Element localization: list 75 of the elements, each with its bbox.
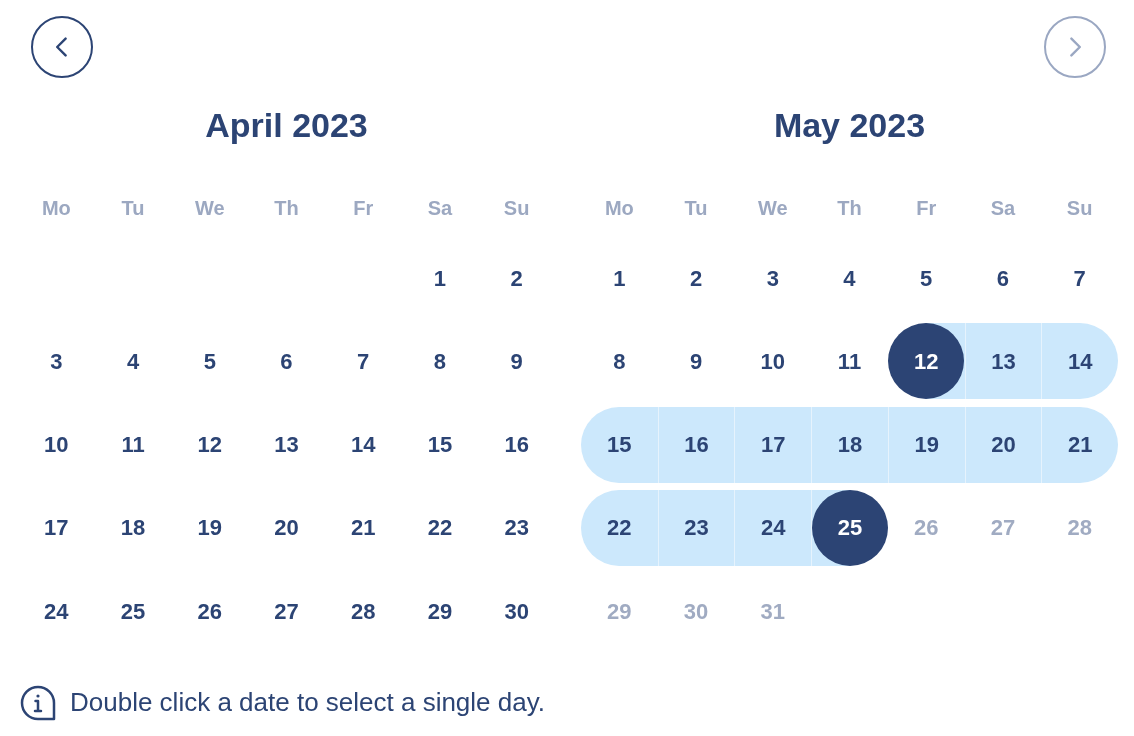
date-button[interactable]: 10 [734,323,812,400]
date-button[interactable]: 29 [401,573,479,650]
date-button[interactable]: 26 [171,573,249,650]
date-button[interactable]: 23 [478,489,555,566]
date-button[interactable]: 15 [401,406,479,483]
date-button[interactable]: 2 [478,240,555,316]
date-button[interactable]: 14 [1041,323,1118,400]
date-button[interactable]: 9 [478,323,555,400]
weekday-label: Fr [916,196,937,221]
date-button[interactable]: 16 [478,406,555,483]
date-button[interactable]: 28 [324,573,402,650]
weekday-label: Tu [684,196,708,221]
date-button[interactable]: 24 [734,489,812,566]
date-button[interactable]: 5 [171,323,249,400]
weekday-label: Tu [121,196,145,221]
date-button[interactable]: 22 [581,489,658,566]
date-button[interactable]: 1 [581,240,658,316]
weekday-label: We [757,196,788,221]
date-button[interactable]: 30 [478,573,555,650]
date-button[interactable]: 21 [1041,406,1118,483]
weekday-label: Fr [353,196,374,221]
date-button[interactable]: 5 [887,240,965,316]
date-button[interactable]: 7 [324,323,402,400]
hint-text: Double click a date to select a single day. [70,686,545,720]
date-button[interactable]: 11 [811,323,888,400]
date-button[interactable]: 27 [248,573,325,650]
weekday-label: Mo [604,196,634,221]
date-button[interactable]: 10 [18,406,95,483]
date-button[interactable]: 20 [964,406,1042,483]
weekday-label: Sa [427,196,453,221]
date-button[interactable]: 13 [964,323,1042,400]
date-button[interactable]: 6 [964,240,1042,316]
date-button[interactable]: 6 [248,323,325,400]
date-button[interactable]: 8 [401,323,479,400]
date-button[interactable]: 19 [171,489,249,566]
weekday-label: Th [837,196,862,221]
date-button[interactable]: 3 [18,323,95,400]
date-button[interactable]: 12 [171,406,249,483]
selected-date-button[interactable]: 12 [888,323,965,400]
date-button[interactable]: 15 [581,406,658,483]
date-button[interactable]: 17 [734,406,812,483]
date-button[interactable]: 3 [734,240,812,316]
date-button[interactable]: 16 [657,406,735,483]
date-button[interactable]: 21 [324,489,402,566]
selected-date-button[interactable]: 25 [812,489,888,566]
info-icon [20,684,56,721]
chevron-right-icon [1069,37,1081,57]
weekday-label: Sa [990,196,1016,221]
date-button[interactable]: 11 [94,406,172,483]
date-button[interactable]: 14 [324,406,402,483]
date-button[interactable]: 13 [248,406,325,483]
date-button[interactable]: 4 [94,323,172,400]
date-button[interactable]: 19 [887,406,965,483]
date-button[interactable]: 20 [248,489,325,566]
date-button[interactable]: 24 [18,573,95,650]
date-button[interactable]: 1 [401,240,479,316]
weekday-label: Mo [41,196,71,221]
date-button[interactable]: 22 [401,489,479,566]
weekday-label: We [194,196,225,221]
weekday-label: Su [503,196,530,221]
date-button[interactable]: 2 [657,240,735,316]
date-button[interactable]: 25 [94,573,172,650]
date-button[interactable]: 18 [811,406,888,483]
date-button[interactable]: 4 [811,240,888,316]
date-button[interactable]: 18 [94,489,172,566]
date-button[interactable]: 17 [18,489,95,566]
chevron-left-icon [56,37,68,57]
weekday-label: Th [274,196,299,221]
month-title: May 2023 [773,105,926,145]
date-button[interactable]: 9 [657,323,735,400]
date-button[interactable]: 7 [1041,240,1118,316]
date-button[interactable]: 8 [581,323,658,400]
weekday-label: Su [1066,196,1093,221]
date-button[interactable]: 23 [657,489,735,566]
month-title: April 2023 [205,105,368,145]
